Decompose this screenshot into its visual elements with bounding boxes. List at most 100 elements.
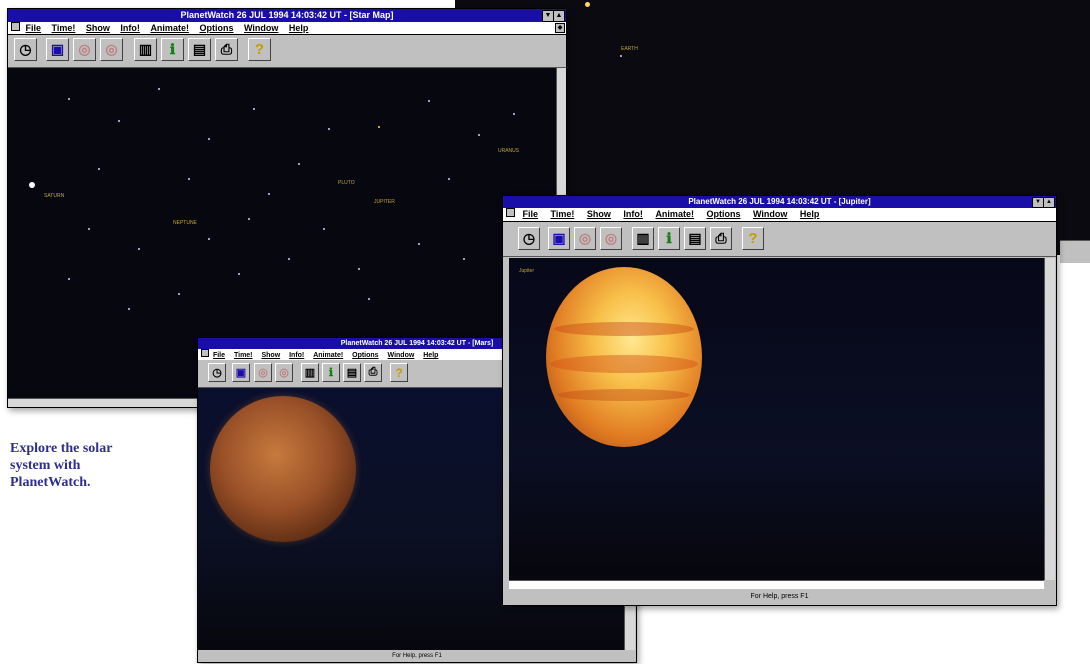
menu-info[interactable]: Info! — [623, 208, 643, 221]
menu-show[interactable]: Show — [86, 22, 110, 34]
jupiter-title: PlanetWatch 26 JUL 1994 14:03:42 UT - [J… — [688, 197, 871, 206]
planet-orbit-icon[interactable]: ◎ — [574, 227, 596, 250]
film-icon[interactable]: ▥ — [134, 38, 157, 61]
mars-system-menu-button[interactable] — [201, 349, 209, 357]
help-icon[interactable]: ? — [390, 363, 408, 382]
star-map-icon[interactable]: ▣ — [548, 227, 570, 250]
starmap-title-bar[interactable]: PlanetWatch 26 JUL 1994 14:03:42 UT - [S… — [8, 9, 566, 22]
star — [268, 193, 270, 195]
star — [238, 273, 240, 275]
jupiter-view[interactable]: Jupiter — [509, 258, 1044, 580]
menu-info[interactable]: Info! — [120, 22, 140, 34]
star — [208, 238, 210, 240]
menu-time[interactable]: Time! — [551, 208, 575, 221]
starmap-toolbar: ◷ ▣ ◎ ◎ ▥ ℹ ▤ ⎙ ? — [8, 35, 566, 68]
help-icon[interactable]: ? — [248, 38, 271, 61]
star — [208, 138, 210, 140]
info-icon[interactable]: ℹ — [658, 227, 680, 250]
film-icon[interactable]: ▥ — [632, 227, 654, 250]
info-icon[interactable]: ℹ — [322, 363, 340, 382]
star — [513, 113, 515, 115]
jupiter-vertical-scrollbar[interactable] — [1044, 258, 1055, 580]
star — [88, 228, 90, 230]
star — [138, 248, 140, 250]
starmap-title: PlanetWatch 26 JUL 1994 14:03:42 UT - [S… — [180, 10, 394, 20]
clock-icon[interactable]: ◷ — [14, 38, 37, 61]
jupiter-title-bar[interactable]: PlanetWatch 26 JUL 1994 14:03:42 UT - [J… — [503, 196, 1056, 208]
jupiter-window[interactable]: PlanetWatch 26 JUL 1994 14:03:42 UT - [J… — [502, 195, 1057, 606]
starmap-maximize-button[interactable]: ▲ — [553, 10, 565, 22]
jupiter-maximize-button[interactable]: ▲ — [1043, 197, 1055, 208]
menu-window[interactable]: Window — [244, 22, 278, 34]
menu-help[interactable]: Help — [289, 22, 309, 34]
planet-orbit-icon-2[interactable]: ◎ — [600, 227, 622, 250]
jupiter-band — [550, 355, 698, 373]
star-map-icon[interactable]: ▣ — [232, 363, 250, 382]
caption-line-2: system with — [10, 458, 81, 473]
bright-star — [585, 2, 590, 7]
planet-orbit-icon-2[interactable]: ◎ — [100, 38, 123, 61]
star — [368, 298, 370, 300]
caption-line-1: Explore the solar — [10, 441, 113, 456]
clock-icon[interactable]: ◷ — [208, 363, 226, 382]
menu-options[interactable]: Options — [706, 208, 740, 221]
jupiter-planet — [546, 267, 702, 447]
star — [378, 126, 380, 128]
star — [298, 163, 300, 165]
star — [448, 178, 450, 180]
printer-icon[interactable]: ⎙ — [215, 38, 238, 61]
star — [128, 308, 130, 310]
mars-status-bar: For Help, press F1 — [198, 652, 636, 661]
menu-animate[interactable]: Animate! — [655, 208, 694, 221]
jupiter-band — [554, 322, 694, 336]
film-icon[interactable]: ▥ — [301, 363, 319, 382]
star — [288, 258, 290, 260]
caption-line-3: PlanetWatch. — [10, 475, 91, 490]
caption-text: Explore the solar system with PlanetWatc… — [10, 440, 160, 491]
mars-planet — [210, 396, 356, 542]
star — [188, 178, 190, 180]
printer-icon[interactable]: ⎙ — [710, 227, 732, 250]
jupiter-toolbar: ◷ ▣ ◎ ◎ ▥ ℹ ▤ ⎙ ? — [503, 222, 1056, 257]
starmap-restore-button[interactable]: ◆ — [555, 23, 565, 33]
star — [418, 243, 420, 245]
menu-file[interactable]: File — [523, 208, 539, 221]
jupiter-horizontal-scrollbar[interactable] — [509, 580, 1044, 589]
background-window-edge — [1060, 240, 1090, 263]
jupiter-status-bar: For Help, press F1 — [503, 591, 1056, 603]
list-icon[interactable]: ▤ — [188, 38, 211, 61]
menu-animate[interactable]: Animate! — [150, 22, 189, 34]
menu-show[interactable]: Show — [587, 208, 611, 221]
star — [328, 128, 330, 130]
printer-icon[interactable]: ⎙ — [364, 363, 382, 382]
planet-orbit-icon[interactable]: ◎ — [73, 38, 96, 61]
menu-time[interactable]: Time! — [52, 22, 76, 34]
star-label-pluto: PLUTO — [338, 180, 355, 186]
info-icon[interactable]: ℹ — [161, 38, 184, 61]
jupiter-menu-bar: File Time! Show Info! Animate! Options W… — [503, 208, 1056, 222]
planet-orbit-icon[interactable]: ◎ — [254, 363, 272, 382]
star — [248, 218, 250, 220]
star — [178, 293, 180, 295]
menu-options[interactable]: Options — [199, 22, 233, 34]
star-label-uranus: URANUS — [498, 148, 520, 154]
star — [620, 55, 622, 57]
menu-file[interactable]: File — [26, 22, 42, 34]
sun-marker — [29, 182, 35, 188]
planet-orbit-icon-2[interactable]: ◎ — [275, 363, 293, 382]
star — [98, 168, 100, 170]
star — [68, 278, 70, 280]
jupiter-system-menu-button[interactable] — [506, 208, 515, 217]
star-map-icon[interactable]: ▣ — [46, 38, 69, 61]
list-icon[interactable]: ▤ — [684, 227, 706, 250]
star-label-jupiter: JUPITER — [374, 199, 395, 205]
menu-help[interactable]: Help — [800, 208, 820, 221]
help-icon[interactable]: ? — [742, 227, 764, 250]
clock-icon[interactable]: ◷ — [518, 227, 540, 250]
menu-window[interactable]: Window — [753, 208, 787, 221]
starmap-system-menu-button[interactable] — [11, 22, 20, 31]
list-icon[interactable]: ▤ — [343, 363, 361, 382]
star — [428, 100, 430, 102]
star — [463, 258, 465, 260]
star — [323, 228, 325, 230]
